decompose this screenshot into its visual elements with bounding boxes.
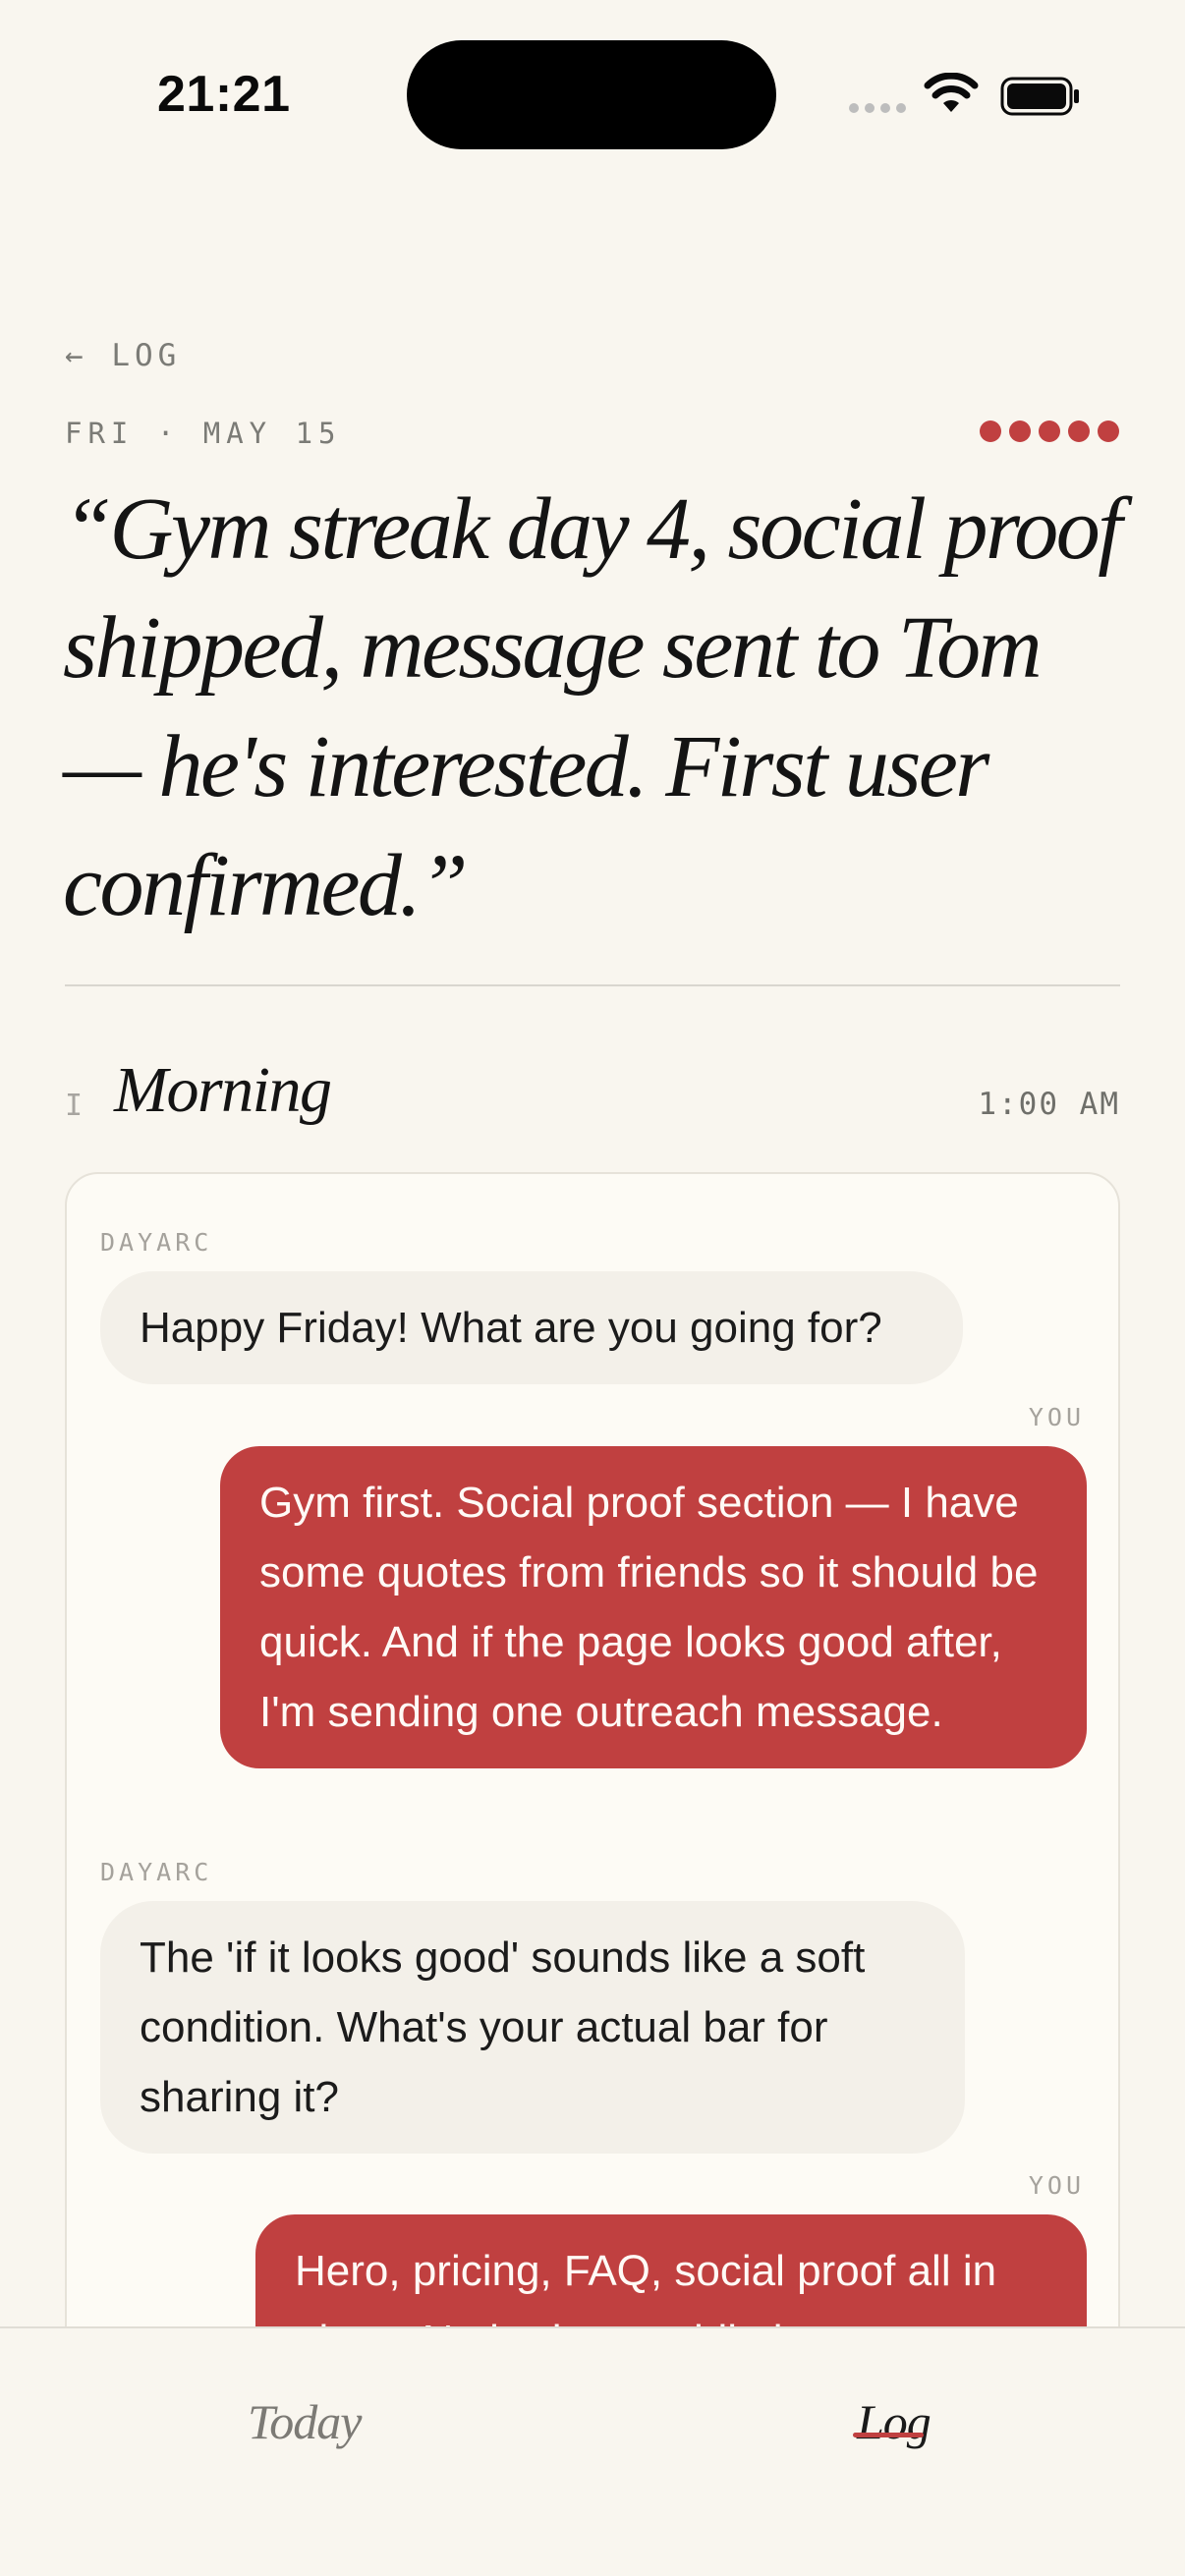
message-sender: DAYARC xyxy=(100,1228,213,1257)
rating-dot xyxy=(1068,420,1090,442)
message-sender: YOU xyxy=(1028,1403,1085,1431)
section-title: Morning xyxy=(114,1054,332,1126)
user-message: Gym first. Social proof section — I have… xyxy=(220,1446,1087,1768)
rating-dot xyxy=(1009,420,1031,442)
battery-icon xyxy=(1000,77,1079,116)
message-sender: DAYARC xyxy=(100,1858,213,1886)
bot-message: The 'if it looks good' sounds like a sof… xyxy=(100,1901,965,2154)
status-time: 21:21 xyxy=(157,66,291,123)
rating-dots xyxy=(980,420,1119,442)
tab-log[interactable]: Log xyxy=(857,2393,931,2450)
cellular-signal-icon xyxy=(849,103,906,113)
entry-headline: “Gym streak day 4, social proof shipped,… xyxy=(63,480,1122,934)
divider xyxy=(65,984,1120,986)
tab-today[interactable]: Today xyxy=(248,2393,362,2450)
bottom-nav: Today Log xyxy=(0,2326,1185,2576)
back-to-log-link[interactable]: ← LOG xyxy=(65,338,181,373)
message-sender: YOU xyxy=(1028,2171,1085,2200)
section-time: 1:00 AM xyxy=(978,1087,1120,1122)
dynamic-island xyxy=(407,40,776,149)
entry-date: FRI · MAY 15 xyxy=(65,417,342,450)
wifi-icon xyxy=(924,73,979,112)
rating-dot xyxy=(980,420,1001,442)
section-number: I xyxy=(65,1089,84,1123)
rating-dot xyxy=(1098,420,1119,442)
rating-dot xyxy=(1039,420,1060,442)
active-tab-indicator xyxy=(853,2433,924,2437)
status-bar: 21:21 xyxy=(0,0,1185,187)
bot-message: Happy Friday! What are you going for? xyxy=(100,1271,963,1384)
